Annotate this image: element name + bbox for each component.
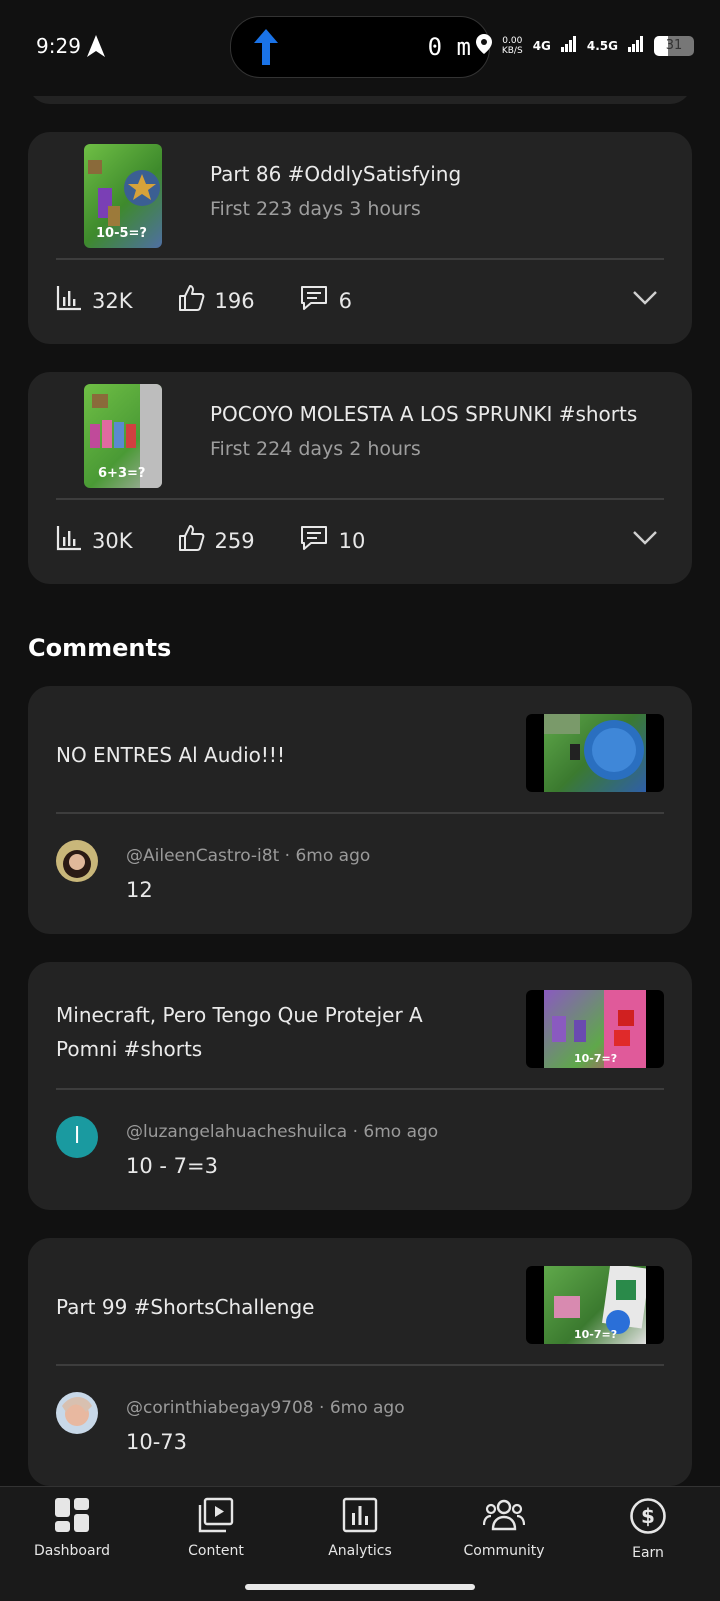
divider (56, 498, 664, 500)
comments-heading: Comments (28, 634, 172, 662)
comment-meta: @luzangelahuacheshuilca · 6mo ago (126, 1122, 439, 1142)
comment-video-title[interactable]: NO ENTRES Al Audio!!! (56, 738, 476, 772)
dashboard-icon (54, 1498, 90, 1537)
comment-author[interactable]: @corinthiabegay9708 (126, 1398, 314, 1418)
divider (56, 258, 664, 260)
chevron-down-icon[interactable] (632, 290, 658, 310)
comment-card[interactable]: NO ENTRES Al Audio!!! @AileenCastro-i8t … (28, 686, 692, 934)
comment-text: 10-73 (126, 1430, 188, 1454)
comment-card[interactable]: Minecraft, Pero Tengo Que Protejer A Pom… (28, 962, 692, 1210)
comment-video-title[interactable]: Part 99 #ShortsChallenge (56, 1290, 476, 1324)
video-title[interactable]: Part 86 #OddlySatisfying (210, 162, 461, 186)
content-icon (198, 1497, 234, 1537)
avatar[interactable] (56, 1392, 98, 1434)
location-icon (475, 34, 492, 58)
comments-stat: 10 (299, 524, 365, 557)
analytics-icon (342, 1497, 378, 1537)
svg-text:$: $ (641, 1504, 655, 1528)
comment-video-thumbnail[interactable] (526, 714, 664, 792)
video-title[interactable]: POCOYO MOLESTA A LOS SPRUNKI #shorts (210, 402, 637, 426)
video-thumbnail[interactable]: 10-5=? (84, 144, 162, 248)
divider (56, 1088, 664, 1090)
comments-stat: 6 (299, 284, 352, 317)
chevron-down-icon[interactable] (632, 530, 658, 550)
video-stats: 32K 196 6 (56, 284, 352, 317)
nav-analytics[interactable]: Analytics (300, 1497, 420, 1559)
comment-text: 10 - 7=3 (126, 1154, 218, 1178)
network-4g: 4G (532, 39, 551, 53)
navigation-pill[interactable]: 0 m (230, 16, 490, 78)
clock: 9:29 (36, 34, 81, 58)
earn-icon: $ (629, 1498, 667, 1539)
signal-icon (628, 36, 644, 56)
comment-icon (299, 524, 329, 557)
navigation-arrow-icon (86, 34, 106, 62)
thumbs-up-icon (177, 284, 205, 317)
divider (56, 812, 664, 814)
status-bar: 9:29 0 m 0.00 KB/S 4G 4.5G 31 (0, 0, 720, 96)
views-stat: 30K (56, 525, 133, 556)
video-card[interactable]: 6+3=? POCOYO MOLESTA A LOS SPRUNKI #shor… (28, 372, 692, 584)
system-indicators: 0.00 KB/S 4G 4.5G 31 (475, 34, 694, 58)
views-stat: 32K (56, 285, 133, 316)
nav-earn[interactable]: $ Earn (588, 1497, 708, 1561)
signal-icon (560, 36, 577, 56)
video-thumbnail[interactable]: 6+3=? (84, 384, 162, 488)
comment-age: 6mo ago (363, 1122, 439, 1142)
nav-distance: 0 m (427, 33, 471, 61)
community-icon (482, 1499, 526, 1537)
avatar[interactable]: l (56, 1116, 98, 1158)
divider (56, 1364, 664, 1366)
data-rate: 0.00 KB/S (501, 36, 523, 56)
video-age: First 224 days 2 hours (210, 438, 421, 460)
home-indicator[interactable] (245, 1584, 475, 1590)
comment-icon (299, 284, 329, 317)
up-arrow-icon (251, 27, 281, 71)
comment-text: 12 (126, 878, 153, 902)
avatar[interactable] (56, 840, 98, 882)
comment-video-thumbnail[interactable]: 10-7=? (526, 1266, 664, 1344)
comment-meta: @corinthiabegay9708 · 6mo ago (126, 1398, 405, 1418)
bar-chart-icon (56, 525, 82, 556)
nav-dashboard[interactable]: Dashboard (12, 1497, 132, 1559)
comment-meta: @AileenCastro-i8t · 6mo ago (126, 846, 371, 866)
likes-stat: 196 (177, 284, 255, 317)
thumbs-up-icon (177, 524, 205, 557)
comment-author[interactable]: @luzangelahuacheshuilca (126, 1122, 347, 1142)
likes-stat: 259 (177, 524, 255, 557)
nav-community[interactable]: Community (444, 1497, 564, 1559)
battery-icon: 31 (654, 36, 694, 56)
comment-author[interactable]: @AileenCastro-i8t (126, 846, 279, 866)
video-age: First 223 days 3 hours (210, 198, 421, 220)
comment-video-thumbnail[interactable]: 10-7=? (526, 990, 664, 1068)
comment-video-title[interactable]: Minecraft, Pero Tengo Que Protejer A Pom… (56, 998, 476, 1066)
video-card[interactable]: 10-5=? Part 86 #OddlySatisfying First 22… (28, 132, 692, 344)
comment-age: 6mo ago (329, 1398, 405, 1418)
bar-chart-icon (56, 285, 82, 316)
video-stats: 30K 259 10 (56, 524, 365, 557)
comment-age: 6mo ago (295, 846, 371, 866)
comment-card[interactable]: Part 99 #ShortsChallenge 10-7=? @corinth… (28, 1238, 692, 1486)
network-45g: 4.5G (586, 39, 618, 53)
nav-content[interactable]: Content (156, 1497, 276, 1559)
